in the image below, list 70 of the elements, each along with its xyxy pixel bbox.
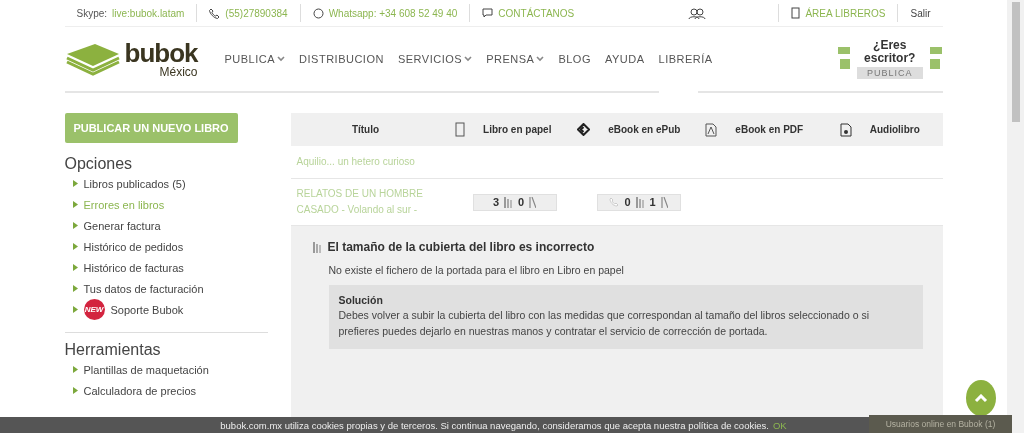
bullet-arrow-icon [72, 201, 78, 208]
promo-text: ¿Eres [873, 39, 907, 52]
bullet-arrow-icon [72, 387, 78, 394]
count-value: 0 [518, 196, 525, 208]
bullet-arrow-icon [72, 366, 78, 373]
menu-link[interactable]: Calculadora de precios [72, 380, 268, 401]
leaning-book-icon [529, 196, 537, 208]
bullet-arrow-icon [72, 285, 78, 292]
count-value: 1 [649, 196, 656, 208]
chevron-up-icon [974, 393, 988, 403]
audio-file-icon [839, 122, 852, 137]
logo-name: bubok [124, 40, 198, 66]
section-title: Opciones [64, 155, 134, 173]
solution-title: Solución [338, 294, 384, 306]
error-count-pill[interactable]: 0 1 [596, 193, 681, 211]
nav-link[interactable]: PUBLICA [224, 53, 286, 65]
logout-link[interactable]: Salir [910, 7, 931, 19]
column-header: Título [351, 124, 380, 135]
epub-icon [577, 123, 591, 136]
scrollbar-thumb[interactable] [1011, 2, 1020, 122]
book-stack-icon [635, 196, 645, 208]
column-header: Libro en papel [483, 124, 552, 135]
error-description: No existe el fichero de la portada para el libro en Libro en papel [328, 264, 625, 276]
column-header: eBook en PDF [735, 124, 804, 135]
book-stack-icon [504, 196, 513, 208]
logo-region: México [159, 66, 198, 78]
chat-icon [482, 7, 494, 19]
menu-link[interactable]: Tus datos de facturación [72, 278, 268, 299]
solution-text: Debes volver a subir la cubierta del libro con las medidas que correspondan al tamaño del libros seleccionado o si prefieres puedes dejarlo en nuestras manos y contratar el servicio de corrección de portada. [338, 308, 871, 339]
nav-link[interactable]: BLOG [558, 53, 591, 65]
nav-link[interactable]: DISTRIBUCION [299, 53, 384, 65]
book-icon [455, 122, 466, 137]
users-icon [688, 7, 707, 19]
pdf-icon [705, 122, 718, 137]
cookie-text: bubok.com.mx utiliza cookies propias y de terceros. Si continua navegando, consideramos que acepta nuestra política de cookies. [220, 419, 769, 431]
chevron-down-icon [536, 56, 545, 62]
nav-link[interactable]: AYUDA [604, 53, 645, 65]
leaning-book-icon [660, 196, 668, 208]
menu-link[interactable]: Plantillas de maquetación [72, 359, 268, 380]
menu-link[interactable]: Libros publicados (5) [72, 173, 268, 194]
menu-link[interactable]: Generar factura [72, 215, 268, 236]
bullet-arrow-icon [72, 306, 78, 313]
count-value: 0 [624, 196, 631, 208]
chevron-down-icon [277, 56, 286, 62]
count-value: 3 [492, 196, 499, 208]
bullet-arrow-icon [72, 264, 78, 271]
promo-text: escritor? [864, 52, 916, 65]
new-badge: NEW [83, 299, 105, 320]
menu-link[interactable]: NEW Soporte Bubok [72, 299, 268, 320]
menu-link[interactable]: Histórico de facturas [72, 257, 268, 278]
nav-link[interactable]: PRENSA [486, 53, 545, 65]
error-count-pill[interactable]: 3 0 [472, 193, 557, 211]
scroll-top-button[interactable] [966, 380, 996, 416]
menu-link[interactable]: Histórico de pedidos [72, 236, 268, 257]
section-title: Herramientas [64, 341, 162, 359]
bullet-arrow-icon [72, 180, 78, 187]
column-header: eBook en ePub [608, 124, 681, 135]
column-header: Audiolibro [869, 124, 920, 135]
chevron-down-icon [464, 56, 473, 62]
nav-link[interactable]: LIBRERÍA [658, 53, 713, 65]
error-title: El tamaño de la cubierta del libro es incorrecto [327, 240, 595, 254]
phone-icon [609, 197, 620, 207]
bullet-arrow-icon [72, 222, 78, 229]
bullet-arrow-icon [72, 243, 78, 250]
publica-button[interactable]: PUBLICA [857, 66, 923, 79]
book-stack-icon [312, 241, 322, 253]
skype-label: Skype: [76, 7, 108, 19]
nav-link[interactable]: SERVICIOS [397, 53, 473, 65]
book-icon [791, 7, 801, 19]
phone-icon [209, 7, 221, 19]
